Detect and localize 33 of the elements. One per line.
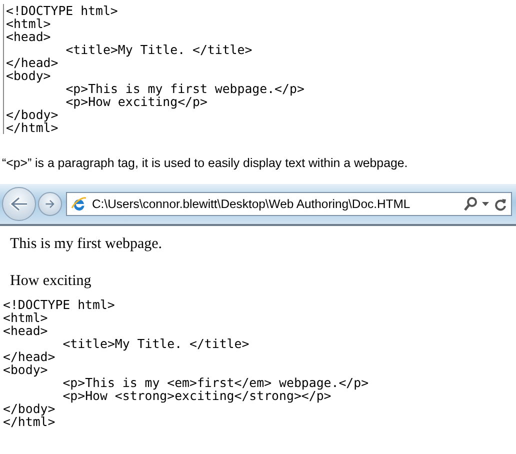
refresh-icon[interactable] [494, 198, 507, 210]
code-line: <title>My Title. </title> [62, 337, 250, 350]
search-icon[interactable] [464, 197, 477, 211]
code-line: <!DOCTYPE html> [3, 298, 116, 311]
code-line: <head> [6, 30, 52, 43]
code-line: <html> [3, 311, 49, 324]
code-line: </head> [6, 56, 60, 69]
address-text: C:\Users\connor.blewitt\Desktop\Web Authoring\Doc.HTML [92, 197, 412, 211]
code-line: <p>This is my <em>first</em> webpage.</p> [62, 376, 370, 389]
code-line: </head> [3, 350, 56, 363]
code-line: <p>How exciting</p> [64, 95, 208, 108]
code-line: </body> [3, 402, 56, 415]
code-line: <body> [3, 363, 48, 376]
back-arrow-icon [9, 196, 29, 212]
code-line: <p>This is my first webpage.</p> [64, 82, 306, 95]
caption-text: “<p>” is a paragraph tag, it is used to easily display text within a webpage. [2, 156, 409, 170]
page-paragraph: This is my first webpage. [10, 236, 164, 253]
forward-arrow-icon [45, 198, 55, 210]
code-line: <title>My Title. </title> [64, 43, 254, 56]
code-line: </body> [6, 108, 60, 121]
address-bar[interactable]: C:\Users\connor.blewitt\Desktop\Web Authoring\Doc.HTML [66, 192, 512, 216]
code-line: <head> [3, 324, 49, 337]
code-line: </html> [6, 121, 60, 134]
code-line: <p>How <strong>exciting</strong></p> [62, 389, 332, 402]
code-line: </html> [3, 415, 56, 428]
forward-button[interactable] [38, 192, 62, 216]
browser-logo-icon [71, 196, 87, 212]
code-line: <!DOCTYPE html> [6, 4, 119, 17]
back-button[interactable] [2, 187, 36, 221]
code-line: <html> [6, 17, 52, 30]
code-line: <body> [6, 69, 51, 82]
dropdown-caret-icon[interactable] [482, 202, 489, 206]
page-paragraph: How exciting [10, 273, 92, 290]
